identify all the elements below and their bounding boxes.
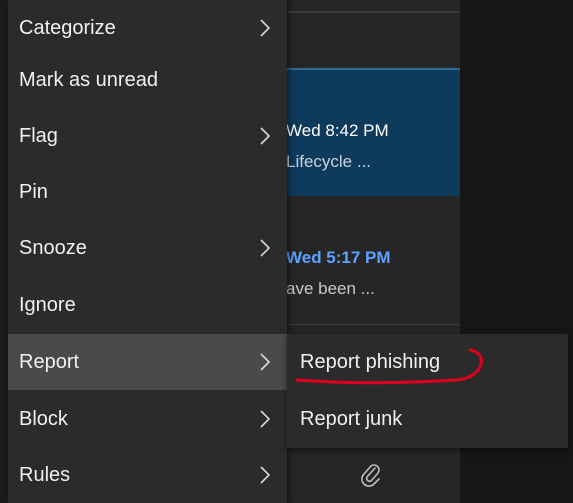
menu-item-label: Ignore (19, 293, 76, 316)
menu-item-label: Pin (19, 180, 48, 203)
menu-item-label: Report junk (300, 408, 403, 430)
menu-item-categorize[interactable]: Categorize (8, 0, 287, 56)
message-row[interactable]: Wed 5:17 PM ave been ... (286, 196, 460, 325)
left-pane-edge (0, 0, 8, 503)
menu-item-report-junk[interactable]: Report junk (287, 391, 568, 448)
chevron-right-icon (260, 410, 271, 428)
message-preview: ave been ... (286, 279, 375, 298)
report-submenu: Report phishing Report junk (287, 334, 568, 448)
menu-item-label: Flag (19, 124, 58, 147)
chevron-right-icon (260, 19, 271, 37)
message-time: Wed 8:42 PM (286, 121, 389, 140)
context-menu: Categorize Mark as unread Flag Pin Snooz… (8, 0, 287, 503)
list-divider (286, 11, 460, 13)
menu-item-label: Report (19, 350, 80, 373)
menu-item-label: Categorize (19, 16, 116, 39)
menu-item-report[interactable]: Report (8, 334, 287, 390)
menu-item-pin[interactable]: Pin (8, 164, 287, 220)
menu-item-ignore[interactable]: Ignore (8, 277, 287, 333)
chevron-right-icon (260, 353, 271, 371)
menu-item-report-phishing[interactable]: Report phishing (287, 334, 568, 391)
menu-item-label: Mark as unread (19, 68, 158, 91)
menu-item-label: Block (19, 407, 68, 430)
menu-item-mark-as-unread[interactable]: Mark as unread (8, 52, 287, 108)
menu-item-snooze[interactable]: Snooze (8, 220, 287, 276)
message-preview: Lifecycle ... (286, 152, 372, 171)
menu-item-rules[interactable]: Rules (8, 447, 287, 503)
menu-item-label: Snooze (19, 236, 87, 259)
menu-item-label: Rules (19, 463, 71, 486)
menu-item-label: Report phishing (300, 351, 441, 373)
menu-item-flag[interactable]: Flag (8, 108, 287, 164)
message-row-selected[interactable]: Wed 8:42 PM Lifecycle ... (286, 68, 460, 196)
chevron-right-icon (260, 466, 271, 484)
paperclip-icon (361, 464, 380, 487)
chevron-right-icon (260, 239, 271, 257)
message-time: Wed 5:17 PM (286, 248, 391, 267)
menu-item-block[interactable]: Block (8, 391, 287, 447)
chevron-right-icon (260, 127, 271, 145)
row-divider (286, 68, 460, 70)
